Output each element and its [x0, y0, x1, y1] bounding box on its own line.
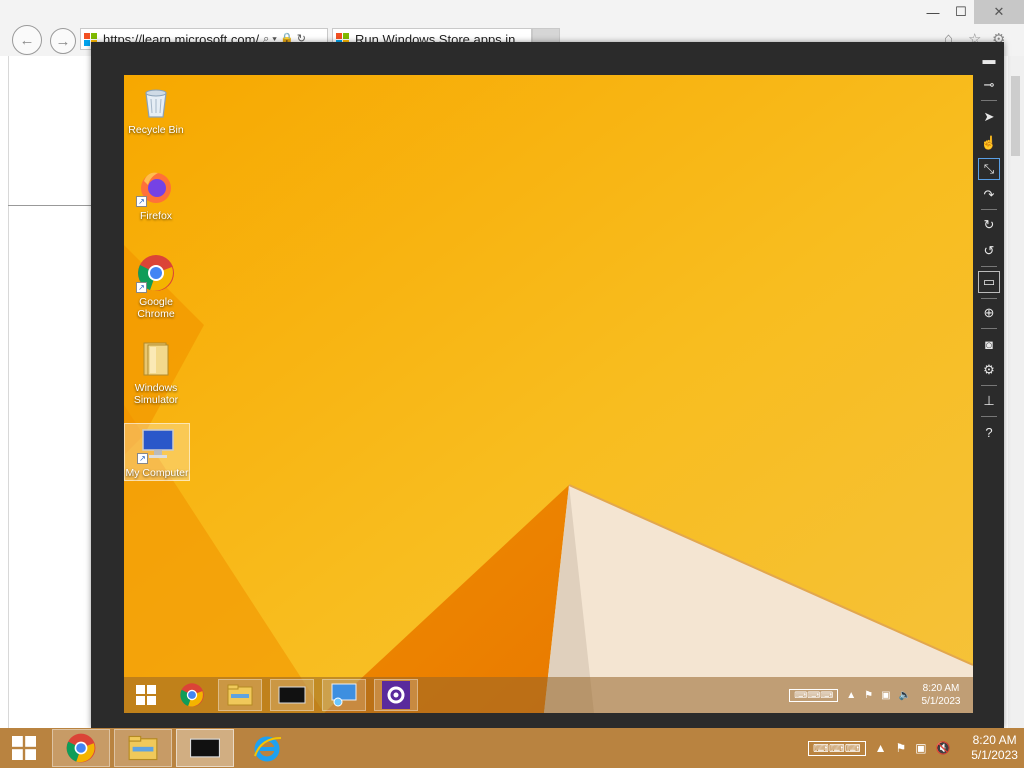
back-arrow-icon: ←	[19, 31, 35, 49]
desktop-icon-label: My Computer	[125, 467, 189, 479]
computer-icon: ↗	[137, 424, 177, 464]
firefox-icon: ↗	[136, 167, 176, 207]
host-taskbar-ie-button[interactable]	[238, 729, 296, 767]
network-icon[interactable]: ▣	[881, 690, 890, 701]
browser-maximize-button[interactable]: ☐	[944, 0, 978, 24]
volume-icon[interactable]: 🔈	[899, 690, 911, 701]
volume-muted-icon[interactable]: 🔇	[936, 741, 951, 755]
toolbar-divider	[981, 328, 997, 329]
pinch-zoom-icon[interactable]: ⤡	[978, 158, 1000, 180]
desktop-icon-label: Google Chrome	[137, 296, 175, 320]
always-on-top-icon[interactable]: ▬	[978, 48, 1000, 70]
chrome-icon: ↗	[136, 253, 176, 293]
clock-date: 5/1/2023	[921, 696, 961, 707]
rotation-touch-icon[interactable]: ↷	[978, 184, 1000, 206]
host-taskbar-simulator-button[interactable]	[176, 729, 234, 767]
forward-button[interactable]: →	[50, 28, 76, 54]
simulator-window: Recycle Bin ↗ Firefox ↗ Google Chrome Wi…	[91, 42, 1004, 728]
recycle-bin-icon	[136, 81, 176, 121]
action-center-flag-icon[interactable]: ⚑	[864, 690, 873, 701]
page-divider	[8, 205, 92, 206]
file-explorer-icon	[227, 684, 253, 706]
action-center-flag-icon[interactable]: ⚑	[896, 741, 907, 755]
host-taskbar: ⌨⌨⌨ ▲ ⚑ ▣ 🔇 8:20 AM 5/1/2023	[0, 728, 1024, 768]
shortcut-arrow-icon: ↗	[136, 282, 147, 293]
pin-icon[interactable]: ⊸	[978, 74, 1000, 96]
clock-time: 8:20 AM	[972, 733, 1017, 747]
camera-screenshot-icon[interactable]: ◙	[978, 333, 1000, 355]
help-icon[interactable]: ?	[978, 421, 1000, 443]
toolbar-divider	[981, 298, 997, 299]
browser-scrollbar[interactable]	[1008, 56, 1024, 736]
simulator-taskbar: ⌨⌨⌨ ▲ ⚑ ▣ 🔈 8:20 AM 5/1/2023	[124, 677, 973, 713]
browser-close-button[interactable]: ✕	[974, 0, 1024, 24]
simulator-toolbar: ▬ ⊸ ➤ ☝ ⤡ ↷ ↻ ↺ ▭ ⊕ ◙ ⚙ ⊥ ?	[975, 42, 1004, 728]
taskbar-remote-desktop-button[interactable]	[322, 679, 366, 711]
simulator-clock[interactable]: 8:20 AM 5/1/2023	[919, 682, 963, 708]
host-taskbar-chrome-button[interactable]	[52, 729, 110, 767]
file-explorer-icon	[128, 735, 158, 761]
taskbar-chrome-button[interactable]	[170, 679, 214, 711]
toolbar-divider	[981, 266, 997, 267]
desktop-icon-my-computer[interactable]: ↗ My Computer	[124, 423, 190, 481]
set-location-globe-icon[interactable]: ⊕	[978, 302, 1000, 324]
desktop-icon-firefox[interactable]: ↗ Firefox	[124, 167, 188, 222]
simulator-system-tray: ⌨⌨⌨ ▲ ⚑ ▣ 🔈 8:20 AM 5/1/2023	[789, 677, 963, 713]
desktop-icon-label: Firefox	[139, 210, 173, 222]
wallpaper	[124, 75, 973, 713]
chrome-icon	[66, 733, 96, 763]
desktop-icon-label: Recycle Bin	[128, 124, 184, 136]
rotate-clockwise-icon[interactable]: ↻	[978, 214, 1000, 236]
host-taskbar-explorer-button[interactable]	[114, 729, 172, 767]
monitor-icon	[190, 738, 220, 758]
desktop-icon-windows-simulator[interactable]: Windows Simulator	[124, 339, 188, 406]
shortcut-arrow-icon: ↗	[136, 196, 147, 207]
desktop-icon-google-chrome[interactable]: ↗ Google Chrome	[124, 253, 188, 320]
desktop-icon-recycle-bin[interactable]: Recycle Bin	[124, 81, 188, 136]
windows-logo-icon	[136, 685, 156, 705]
remote-desktop-icon	[331, 683, 357, 707]
touch-keyboard-icon[interactable]: ⌨⌨⌨	[808, 740, 866, 756]
monitor-icon	[278, 686, 306, 704]
windows-logo-icon	[12, 736, 36, 760]
internet-explorer-icon	[254, 736, 282, 762]
back-button[interactable]: ←	[12, 25, 42, 55]
screenshot-settings-gear-icon[interactable]: ⚙	[978, 359, 1000, 381]
toolbar-divider	[981, 100, 997, 101]
host-start-button[interactable]	[0, 729, 48, 767]
toolbar-divider	[981, 209, 997, 210]
taskbar-explorer-button[interactable]	[218, 679, 262, 711]
show-hidden-icons-chevron-icon[interactable]: ▲	[846, 690, 856, 701]
taskbar-settings-button[interactable]	[374, 679, 418, 711]
network-properties-icon[interactable]: ⊥	[978, 390, 1000, 412]
clock-time: 8:20 AM	[922, 683, 960, 694]
network-icon[interactable]: ▣	[915, 741, 926, 755]
simulated-desktop[interactable]: Recycle Bin ↗ Firefox ↗ Google Chrome Wi…	[124, 75, 973, 713]
mouse-mode-icon[interactable]: ➤	[978, 106, 1000, 128]
rotate-counterclockwise-icon[interactable]: ↺	[978, 240, 1000, 262]
settings-gear-icon	[382, 681, 410, 709]
touch-mode-icon[interactable]: ☝	[978, 132, 1000, 154]
chrome-icon	[180, 683, 204, 707]
scrollbar-thumb[interactable]	[1011, 76, 1020, 156]
toolbar-divider	[981, 385, 997, 386]
desktop-icon-label: Windows Simulator	[133, 382, 179, 406]
show-hidden-icons-chevron-icon[interactable]: ▲	[875, 741, 887, 755]
folder-icon	[136, 339, 176, 379]
start-button[interactable]	[124, 679, 168, 711]
shortcut-arrow-icon: ↗	[137, 453, 148, 464]
taskbar-tablet-button[interactable]	[270, 679, 314, 711]
forward-arrow-icon: →	[55, 32, 71, 50]
touch-keyboard-icon[interactable]: ⌨⌨⌨	[789, 688, 839, 702]
clock-date: 5/1/2023	[971, 748, 1018, 762]
host-system-tray: ⌨⌨⌨ ▲ ⚑ ▣ 🔇 8:20 AM 5/1/2023	[808, 728, 1024, 768]
change-resolution-icon[interactable]: ▭	[978, 271, 1000, 293]
toolbar-divider	[981, 416, 997, 417]
browser-page-content	[8, 56, 93, 736]
host-clock[interactable]: 8:20 AM 5/1/2023	[970, 733, 1020, 763]
